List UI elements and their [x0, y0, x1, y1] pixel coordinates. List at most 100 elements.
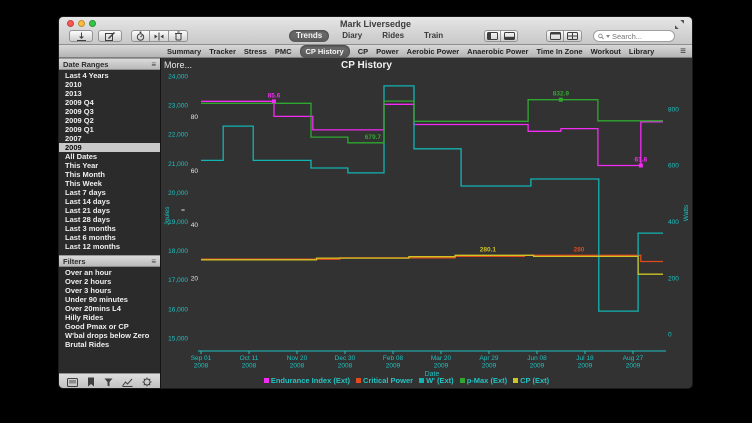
legend-swatch [264, 378, 269, 383]
chart-tab-cp-history[interactable]: CP History [300, 45, 350, 58]
legend-item-cp-ext: CP (Ext) [513, 376, 549, 385]
bookmark-icon[interactable] [87, 377, 95, 387]
chart-tab-time-in-zone[interactable]: Time In Zone [536, 46, 582, 57]
chart-tab-library[interactable]: Library [629, 46, 654, 57]
date-range-item[interactable]: This Month [59, 170, 160, 179]
date-range-item[interactable]: Last 21 days [59, 206, 160, 215]
stopwatch-icon [136, 31, 145, 41]
import-button[interactable] [69, 30, 93, 42]
svg-text:Mar 202009: Mar 202009 [431, 355, 452, 370]
filters-header[interactable]: Filters ≡ [59, 255, 160, 267]
trash-button[interactable] [169, 30, 188, 42]
filters-list: Over an hourOver 2 hoursOver 3 hoursUnde… [59, 267, 160, 349]
tiled-view-button[interactable] [564, 30, 582, 42]
filter-item[interactable]: Hilly Rides [59, 313, 160, 322]
window-chrome: Mark Liversedge [59, 17, 692, 45]
date-range-item[interactable]: This Year [59, 161, 160, 170]
svg-text:80: 80 [191, 114, 199, 121]
date-range-item[interactable]: 2009 Q3 [59, 107, 160, 116]
filter-item[interactable]: Under 90 minutes [59, 295, 160, 304]
chart-tab-menu-icon[interactable]: ≡ [680, 45, 686, 58]
svg-text:Jun 082009: Jun 082009 [527, 355, 547, 370]
svg-text:24,000: 24,000 [168, 74, 188, 81]
svg-text:400: 400 [668, 219, 679, 226]
chart-tab-power[interactable]: Power [376, 46, 399, 57]
date-range-item[interactable]: 2009 Q2 [59, 116, 160, 125]
chart-tab-anaerobic-power[interactable]: Anaerobic Power [467, 46, 528, 57]
date-range-item[interactable]: Last 14 days [59, 197, 160, 206]
svg-text:Joules: Joules [164, 206, 171, 226]
svg-text:85.6: 85.6 [268, 92, 281, 99]
single-window-icon [550, 32, 561, 40]
stopwatch-button[interactable] [131, 30, 150, 42]
chart-tab-workout[interactable]: Workout [591, 46, 621, 57]
split-view-button[interactable] [150, 30, 169, 42]
sidebar-toggle-icon [487, 32, 498, 40]
search-box[interactable] [593, 30, 675, 42]
filter-item[interactable]: Over 20mins L4 [59, 304, 160, 313]
chart-tab-tracker[interactable]: Tracker [209, 46, 236, 57]
view-tab-diary[interactable]: Diary [335, 30, 369, 42]
svg-text:18,000: 18,000 [168, 248, 188, 255]
chart-tab-aerobic-power[interactable]: Aerobic Power [407, 46, 460, 57]
svg-text:679.7: 679.7 [365, 134, 382, 141]
filter-item[interactable]: W'bal drops below Zero [59, 331, 160, 340]
panel-icon[interactable] [67, 378, 78, 387]
legend-swatch [513, 378, 518, 383]
svg-text:=: = [181, 207, 185, 214]
date-range-item[interactable]: 2009 Q1 [59, 125, 160, 134]
date-range-item[interactable]: Last 3 months [59, 224, 160, 233]
date-range-item[interactable]: Last 7 days [59, 188, 160, 197]
single-window-button[interactable] [546, 30, 564, 42]
filter-icon[interactable] [104, 378, 113, 387]
date-range-item[interactable]: 2009 [59, 143, 160, 152]
gear-icon[interactable] [142, 377, 152, 387]
svg-text:280: 280 [573, 246, 584, 253]
filter-item[interactable]: Good Pmax or CP [59, 322, 160, 331]
date-range-item[interactable]: 2009 Q4 [59, 98, 160, 107]
compose-button[interactable] [98, 30, 122, 42]
svg-text:Oct 112008: Oct 112008 [240, 355, 259, 370]
date-range-item[interactable]: Last 28 days [59, 215, 160, 224]
date-range-item[interactable]: This Week [59, 179, 160, 188]
magnifier-icon [598, 33, 604, 40]
date-range-item[interactable]: 2007 [59, 134, 160, 143]
date-range-item[interactable]: 2010 [59, 80, 160, 89]
chart-tab-cp[interactable]: CP [358, 46, 368, 57]
svg-text:Aug 272009: Aug 272009 [623, 355, 644, 370]
filter-item[interactable]: Brutal Rides [59, 340, 160, 349]
date-range-item[interactable]: Last 12 months [59, 242, 160, 251]
sidebar-toggle-button[interactable] [484, 30, 501, 42]
view-tab-trends[interactable]: Trends [289, 30, 329, 42]
date-range-item[interactable]: 2013 [59, 89, 160, 98]
filter-item[interactable]: Over 2 hours [59, 277, 160, 286]
filter-item[interactable]: Over an hour [59, 268, 160, 277]
filter-item[interactable]: Over 3 hours [59, 286, 160, 295]
search-input[interactable] [612, 32, 670, 41]
date-range-item[interactable]: All Dates [59, 152, 160, 161]
trash-icon [174, 31, 183, 41]
menu-icon[interactable]: ≡ [151, 60, 156, 69]
svg-text:Sep 012008: Sep 012008 [191, 355, 212, 370]
date-ranges-header[interactable]: Date Ranges ≡ [59, 58, 160, 70]
cp-history-chart[interactable]: Sep 012008Oct 112008Nov 202008Dec 302008… [161, 58, 693, 389]
content-region: Date Ranges ≡ Last 4 Years201020132009 Q… [59, 58, 692, 389]
svg-text:17,000: 17,000 [168, 277, 188, 284]
date-range-item[interactable]: Last 4 Years [59, 71, 160, 80]
view-tab-rides[interactable]: Rides [375, 30, 411, 42]
chart-tab-pmc[interactable]: PMC [275, 46, 292, 57]
date-range-item[interactable]: Last 6 months [59, 233, 160, 242]
chart-tab-stress[interactable]: Stress [244, 46, 267, 57]
search-scope-caret-icon[interactable] [606, 35, 610, 38]
fullscreen-icon[interactable] [675, 20, 684, 29]
menu-icon[interactable]: ≡ [151, 257, 156, 266]
svg-text:16,000: 16,000 [168, 306, 188, 313]
chart-icon[interactable] [122, 378, 133, 387]
chart-tab-summary[interactable]: Summary [167, 46, 201, 57]
sidebar: Date Ranges ≡ Last 4 Years201020132009 Q… [59, 58, 161, 389]
view-switcher: Trends Diary Rides Train [289, 30, 450, 42]
bottombar-toggle-button[interactable] [501, 30, 518, 42]
desktop: Mark Liversedge [0, 0, 752, 423]
sidebar-toolbar [59, 373, 160, 389]
view-tab-train[interactable]: Train [417, 30, 450, 42]
